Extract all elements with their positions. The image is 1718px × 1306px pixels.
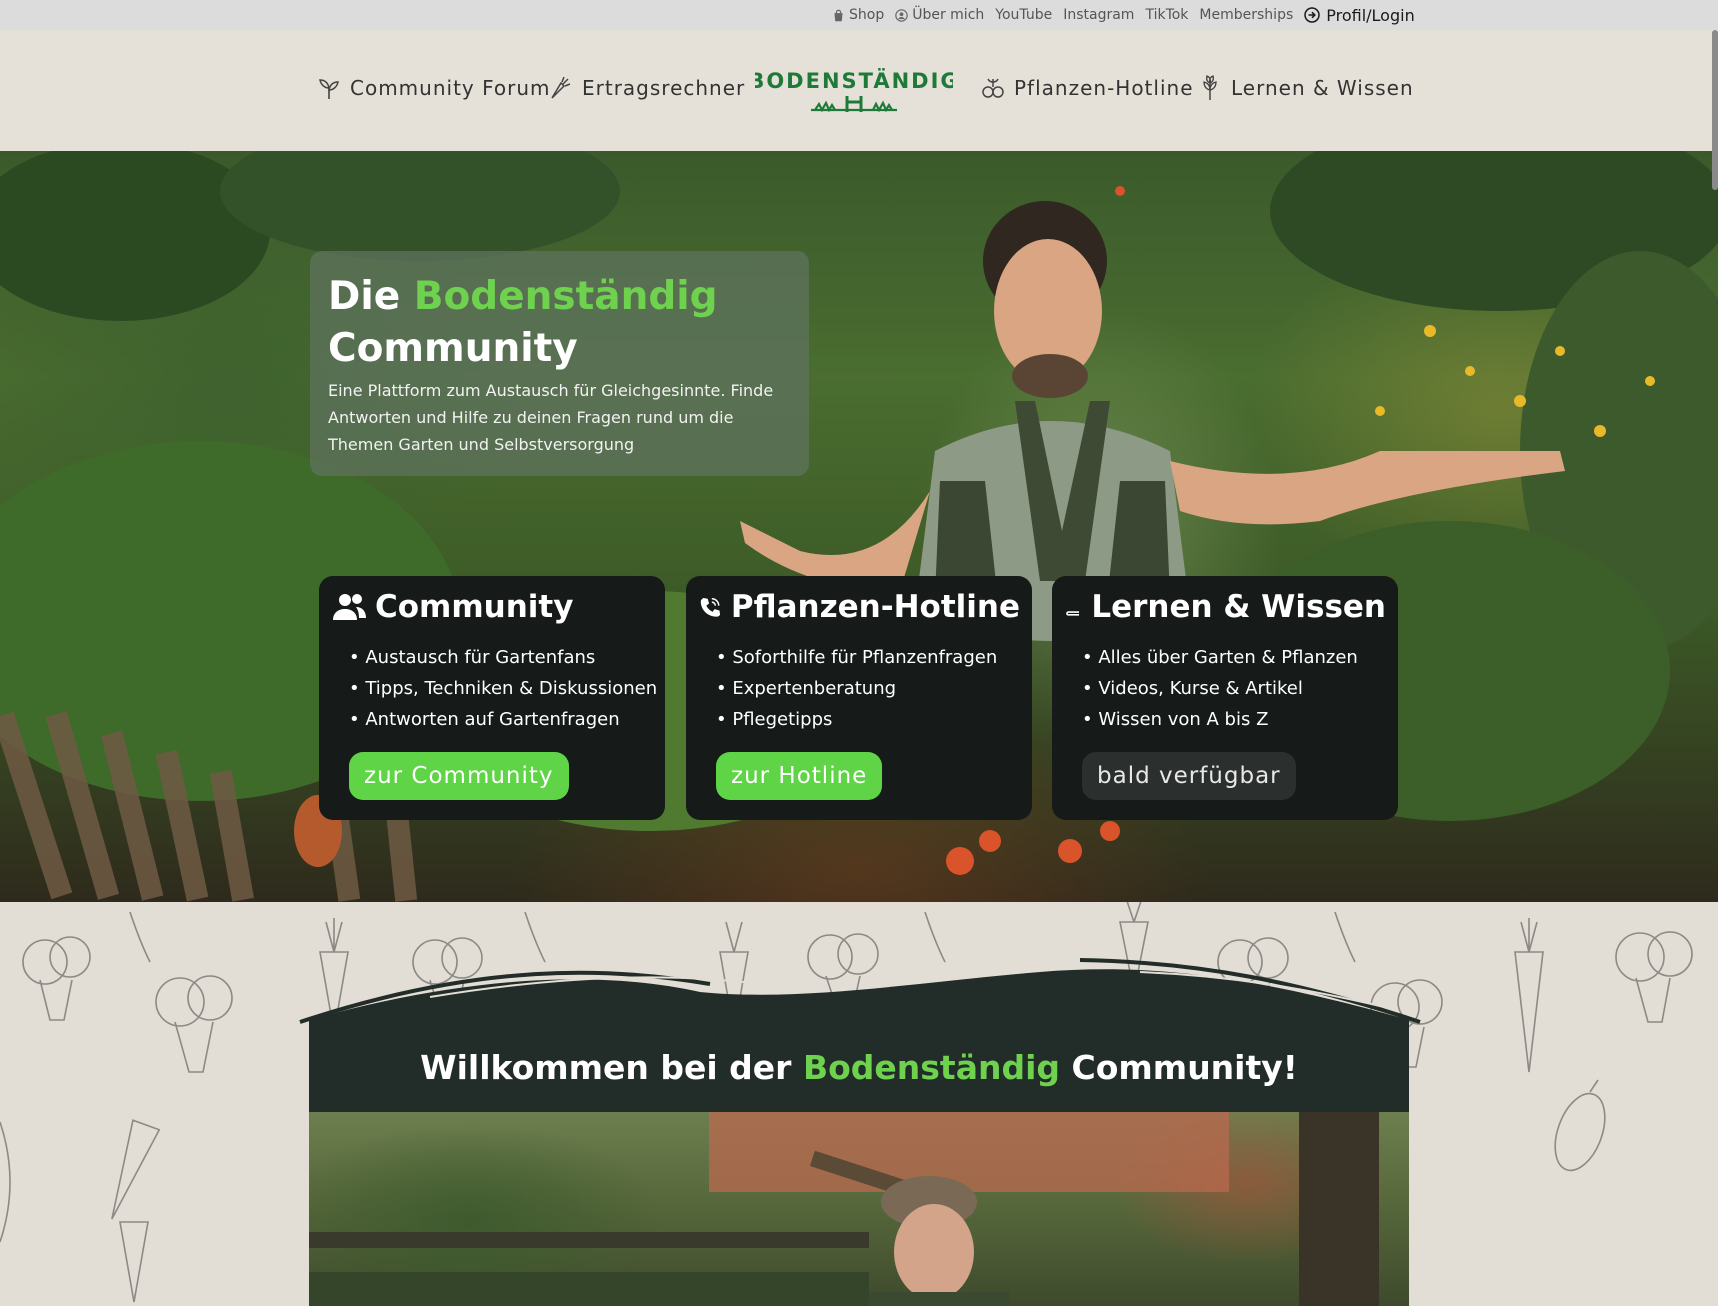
about-link-label: Über mich — [912, 7, 985, 23]
top-utility-bar: Shop Über mich YouTube Instagram TikTok … — [0, 0, 1718, 30]
learning-card: Lernen & Wissen Alles über Garten & Pfla… — [1052, 576, 1398, 820]
utility-links: Shop Über mich YouTube Instagram TikTok … — [832, 0, 1415, 30]
welcome-photo-content — [309, 1112, 1379, 1306]
main-navigation: Community Forum Ertragsrechner BODENSTÄN… — [0, 30, 1718, 151]
list-item: Soforthilfe für Pflanzenfragen — [716, 642, 1020, 673]
list-item: Wissen von A bis Z — [1082, 704, 1386, 735]
page-scrollbar[interactable] — [1712, 30, 1718, 190]
nav-pflanzen-hotline[interactable]: Pflanzen-Hotline — [980, 70, 1194, 106]
shop-link-label: Shop — [849, 7, 885, 23]
list-item: Videos, Kurse & Artikel — [1082, 673, 1386, 704]
phone-icon — [700, 597, 721, 617]
sprout-icon — [319, 79, 339, 99]
community-card-header: Community — [331, 589, 653, 625]
nav-community-forum[interactable]: Community Forum — [316, 70, 551, 106]
nav-ertragsrechner[interactable]: Ertragsrechner — [548, 70, 745, 106]
list-item: Expertenberatung — [716, 673, 1020, 704]
hotline-card-title: Pflanzen-Hotline — [730, 589, 1020, 625]
list-item: Pflegetipps — [716, 704, 1020, 735]
list-item: Tipps, Techniken & Diskussionen — [349, 673, 657, 704]
welcome-title-suffix: Community! — [1071, 1048, 1298, 1087]
hero-title-suffix: Community — [328, 326, 578, 371]
nav-community-forum-label: Community Forum — [350, 76, 551, 100]
community-card: Community Austausch für Gartenfans Tipps… — [319, 576, 665, 820]
nav-pflanzen-hotline-label: Pflanzen-Hotline — [1014, 76, 1194, 100]
login-link-label: Profil/Login — [1326, 5, 1415, 25]
learning-card-title: Lernen & Wissen — [1091, 589, 1386, 625]
memberships-link[interactable]: Memberships — [1199, 7, 1293, 23]
shopping-bag-icon — [834, 9, 843, 21]
learning-card-list: Alles über Garten & Pflanzen Videos, Kur… — [1064, 642, 1386, 735]
login-link[interactable]: Profil/Login — [1304, 5, 1415, 25]
welcome-banner: Willkommen bei der Bodenständig Communit… — [309, 1020, 1409, 1115]
instagram-link[interactable]: Instagram — [1063, 7, 1134, 23]
list-item: Antworten auf Gartenfragen — [349, 704, 653, 735]
community-button[interactable]: zur Community — [349, 752, 569, 800]
carrot-icon — [551, 76, 571, 99]
nav-ertragsrechner-label: Ertragsrechner — [582, 76, 746, 100]
welcome-section: Willkommen bei der Bodenständig Communit… — [0, 902, 1718, 1306]
users-icon — [333, 594, 366, 620]
brand-logo[interactable]: BODENSTÄNDIG — [748, 66, 958, 120]
brand-logo-mark: BODENSTÄNDIG — [748, 68, 958, 113]
list-item: Austausch für Gartenfans — [349, 642, 653, 673]
hero-intro-panel: Die Bodenständig Community Eine Plattfor… — [310, 251, 809, 476]
nav-lernen-wissen[interactable]: Lernen & Wissen — [1197, 70, 1414, 106]
login-arrow-icon — [1304, 7, 1320, 23]
list-item: Alles über Garten & Pflanzen — [1082, 642, 1386, 673]
hotline-card: Pflanzen-Hotline Soforthilfe für Pflanze… — [686, 576, 1032, 820]
seedling-pot-icon — [982, 78, 1004, 98]
user-circle-icon — [895, 8, 908, 22]
community-card-list: Austausch für Gartenfans Tipps, Technike… — [331, 642, 657, 735]
coming-soon-button[interactable]: bald verfügbar — [1082, 752, 1296, 800]
youtube-link[interactable]: YouTube — [995, 7, 1052, 23]
hero-description: Eine Plattform zum Austausch für Gleichg… — [328, 381, 774, 454]
book-icon — [1066, 599, 1080, 616]
hotline-button[interactable]: zur Hotline — [716, 752, 883, 800]
learning-card-header: Lernen & Wissen — [1064, 589, 1386, 625]
brand-logo-text: BODENSTÄNDIG — [755, 68, 953, 93]
welcome-title: Willkommen bei der Bodenständig Communit… — [309, 1020, 1409, 1115]
nav-lernen-wissen-label: Lernen & Wissen — [1231, 76, 1414, 100]
welcome-title-prefix: Willkommen bei der — [420, 1048, 792, 1087]
shop-link[interactable]: Shop — [832, 7, 884, 23]
community-card-title: Community — [375, 589, 574, 625]
hotline-card-list: Soforthilfe für Pflanzenfragen Expertenb… — [698, 642, 1020, 735]
hero-title: Die Bodenständig Community — [328, 271, 791, 375]
wheat-icon — [1203, 75, 1217, 100]
hero-title-accent: Bodenständig — [413, 274, 718, 319]
about-link[interactable]: Über mich — [895, 7, 984, 23]
welcome-photo — [309, 1112, 1409, 1306]
hero-title-prefix: Die — [328, 274, 401, 319]
welcome-title-accent: Bodenständig — [802, 1048, 1061, 1087]
hotline-card-header: Pflanzen-Hotline — [698, 589, 1020, 625]
tiktok-link[interactable]: TikTok — [1145, 7, 1188, 23]
hero-section: Die Bodenständig Community Eine Plattfor… — [0, 151, 1718, 902]
